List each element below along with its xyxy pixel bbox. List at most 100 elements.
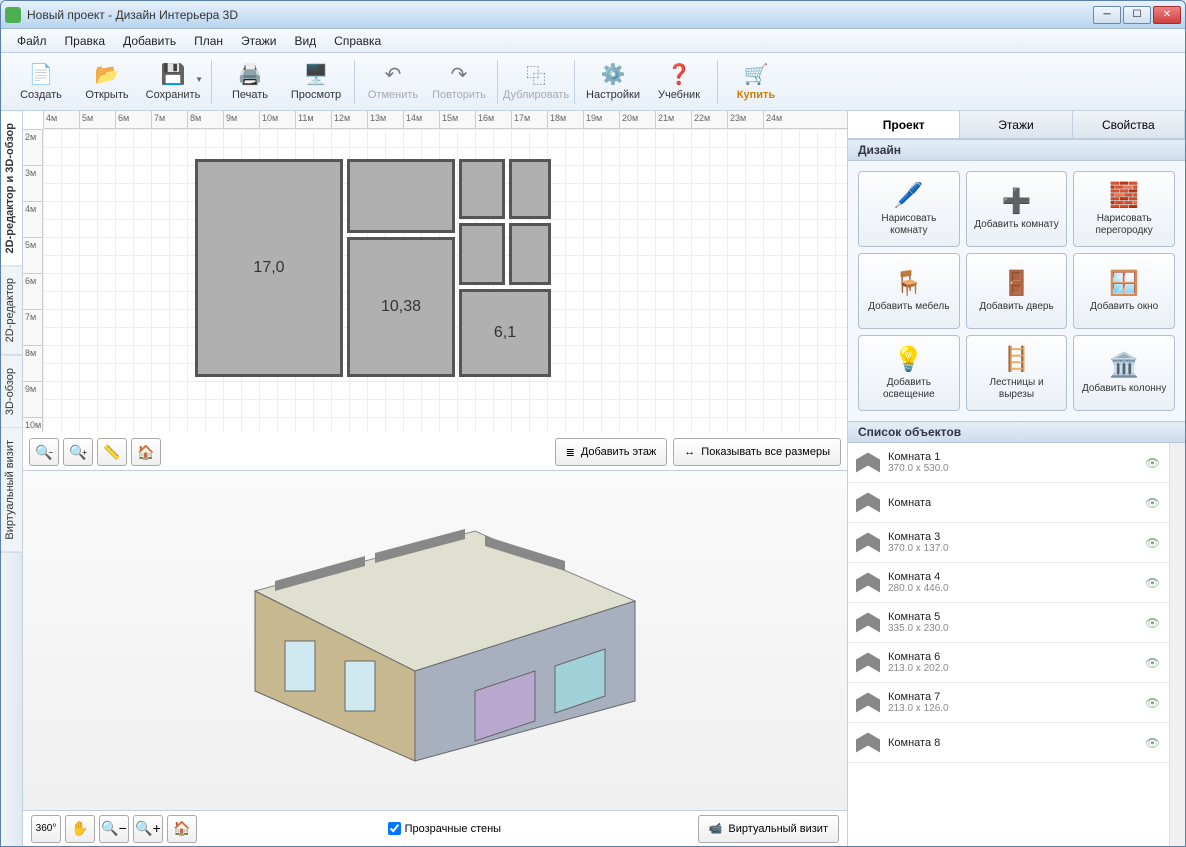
menu-этажи[interactable]: Этажи <box>233 31 284 51</box>
zoom-out-button[interactable]: 🔍− <box>29 438 59 466</box>
room[interactable] <box>347 159 455 233</box>
menu-план[interactable]: План <box>186 31 231 51</box>
room-icon <box>856 573 880 593</box>
visibility-icon[interactable]: 👁 <box>1145 736 1161 750</box>
object-list-item[interactable]: Комната 4280.0 x 446.0👁 <box>848 563 1169 603</box>
view-icon: 🖥️ <box>302 63 330 87</box>
add-room-button[interactable]: ➕Добавить комнату <box>966 171 1068 247</box>
room[interactable]: 17,0 <box>195 159 343 377</box>
ruler-tick: 6м <box>115 111 151 128</box>
room[interactable]: 6,1 <box>459 289 551 377</box>
right-panel: ПроектЭтажиСвойства Дизайн 🖊️Нарисовать … <box>847 111 1185 846</box>
zoom-in-button[interactable]: 🔍+ <box>63 438 93 466</box>
menu-файл[interactable]: Файл <box>9 31 55 51</box>
home-button[interactable]: 🏠 <box>131 438 161 466</box>
print-button[interactable]: 🖨️Печать <box>218 57 282 107</box>
toolbar-separator <box>574 60 575 104</box>
objects-section-header: Список объектов <box>848 421 1185 443</box>
layers-icon: ≣ <box>566 446 575 459</box>
ruler-tick: 13м <box>367 111 403 128</box>
visibility-icon[interactable]: 👁 <box>1145 696 1161 710</box>
vtab-combo[interactable]: 2D-редактор и 3D-обзор <box>1 111 22 266</box>
pan-button[interactable]: ✋ <box>65 815 95 843</box>
save-button[interactable]: 💾Сохранить▼ <box>141 57 205 107</box>
minimize-button[interactable]: ─ <box>1093 6 1121 24</box>
object-list-item[interactable]: Комната 1370.0 x 530.0👁 <box>848 443 1169 483</box>
room[interactable] <box>459 159 505 219</box>
draw-wall-button[interactable]: 🧱Нарисовать перегородку <box>1073 171 1175 247</box>
visibility-icon[interactable]: 👁 <box>1145 616 1161 630</box>
window-title: Новый проект - Дизайн Интерьера 3D <box>27 8 1093 22</box>
ruler-tick: 9м <box>223 111 259 128</box>
tab-floors[interactable]: Этажи <box>960 111 1072 138</box>
room[interactable] <box>459 223 505 285</box>
room-icon <box>856 453 880 473</box>
room[interactable]: 10,38 <box>347 237 455 377</box>
zoom-in-3d-button[interactable]: 🔍+ <box>133 815 163 843</box>
plan-canvas[interactable]: 17,010,386,1 <box>43 129 847 432</box>
object-list-item[interactable]: Комната 8👁 <box>848 723 1169 763</box>
menu-справка[interactable]: Справка <box>326 31 389 51</box>
view-button[interactable]: 🖥️Просмотр <box>284 57 348 107</box>
visibility-icon[interactable]: 👁 <box>1145 456 1161 470</box>
object-list-item[interactable]: Комната 3370.0 x 137.0👁 <box>848 523 1169 563</box>
ruler-tick: 15м <box>439 111 475 128</box>
object-list-item[interactable]: Комната 6213.0 x 202.0👁 <box>848 643 1169 683</box>
room-icon <box>856 733 880 753</box>
measure-button[interactable]: 📏 <box>97 438 127 466</box>
room[interactable] <box>509 223 551 285</box>
menu-правка[interactable]: Правка <box>57 31 114 51</box>
add-window-button[interactable]: 🪟Добавить окно <box>1073 253 1175 329</box>
vtab-virtual[interactable]: Виртуальный визит <box>1 428 22 553</box>
menu-добавить[interactable]: Добавить <box>115 31 184 51</box>
tab-project[interactable]: Проект <box>848 111 960 138</box>
ruler-tick: 19м <box>583 111 619 128</box>
ruler-tick: 8м <box>23 345 42 381</box>
view-tabs-vertical: 2D-редактор и 3D-обзор2D-редактор3D-обзо… <box>1 111 23 846</box>
visibility-icon[interactable]: 👁 <box>1145 496 1161 510</box>
stairs-button[interactable]: 🪜Лестницы и вырезы <box>966 335 1068 411</box>
room[interactable] <box>509 159 551 219</box>
scrollbar-vertical[interactable] <box>1169 443 1185 846</box>
visibility-icon[interactable]: 👁 <box>1145 656 1161 670</box>
ruler-tick: 12м <box>331 111 367 128</box>
add-furniture-button[interactable]: 🪑Добавить мебель <box>858 253 960 329</box>
settings-button[interactable]: ⚙️Настройки <box>581 57 645 107</box>
objects-list[interactable]: Комната 1370.0 x 530.0👁Комната👁Комната 3… <box>848 443 1169 846</box>
redo-icon: ↷ <box>445 63 473 87</box>
transparent-walls-checkbox[interactable]: Прозрачные стены <box>388 822 501 835</box>
ruler-tick: 16м <box>475 111 511 128</box>
ruler-tick: 2м <box>23 129 42 165</box>
visibility-icon[interactable]: 👁 <box>1145 536 1161 550</box>
open-button[interactable]: 📂Открыть <box>75 57 139 107</box>
create-button[interactable]: 📄Создать <box>9 57 73 107</box>
view-3d-area[interactable] <box>23 471 847 810</box>
show-dimensions-button[interactable]: ↔ Показывать все размеры <box>673 438 841 466</box>
visibility-icon[interactable]: 👁 <box>1145 576 1161 590</box>
right-tabs: ПроектЭтажиСвойства <box>848 111 1185 139</box>
tutorial-button[interactable]: ❓Учебник <box>647 57 711 107</box>
add-floor-button[interactable]: ≣ Добавить этаж <box>555 438 668 466</box>
maximize-button[interactable]: ☐ <box>1123 6 1151 24</box>
virtual-visit-button[interactable]: 📹 Виртуальный визит <box>698 815 839 843</box>
object-list-item[interactable]: Комната👁 <box>848 483 1169 523</box>
buy-button[interactable]: 🛒Купить <box>724 57 788 107</box>
rotate-360-button[interactable]: 360° <box>31 815 61 843</box>
add-door-button[interactable]: 🚪Добавить дверь <box>966 253 1068 329</box>
add-light-button[interactable]: 💡Добавить освещение <box>858 335 960 411</box>
vtab-3d[interactable]: 3D-обзор <box>1 356 22 428</box>
close-button[interactable]: ✕ <box>1153 6 1181 24</box>
object-list-item[interactable]: Комната 5335.0 x 230.0👁 <box>848 603 1169 643</box>
ruler-tick: 3м <box>23 165 42 201</box>
plan-2d-area[interactable]: 4м5м6м7м8м9м10м11м12м13м14м15м16м17м18м1… <box>23 111 847 471</box>
menu-вид[interactable]: Вид <box>286 31 324 51</box>
draw-room-button[interactable]: 🖊️Нарисовать комнату <box>858 171 960 247</box>
toolbar-separator <box>497 60 498 104</box>
home-3d-button[interactable]: 🏠 <box>167 815 197 843</box>
zoom-out-3d-button[interactable]: 🔍− <box>99 815 129 843</box>
tab-props[interactable]: Свойства <box>1073 111 1185 138</box>
add-room-icon: ➕ <box>1000 187 1032 215</box>
add-column-button[interactable]: 🏛️Добавить колонну <box>1073 335 1175 411</box>
object-list-item[interactable]: Комната 7213.0 x 126.0👁 <box>848 683 1169 723</box>
vtab-2d[interactable]: 2D-редактор <box>1 266 22 355</box>
